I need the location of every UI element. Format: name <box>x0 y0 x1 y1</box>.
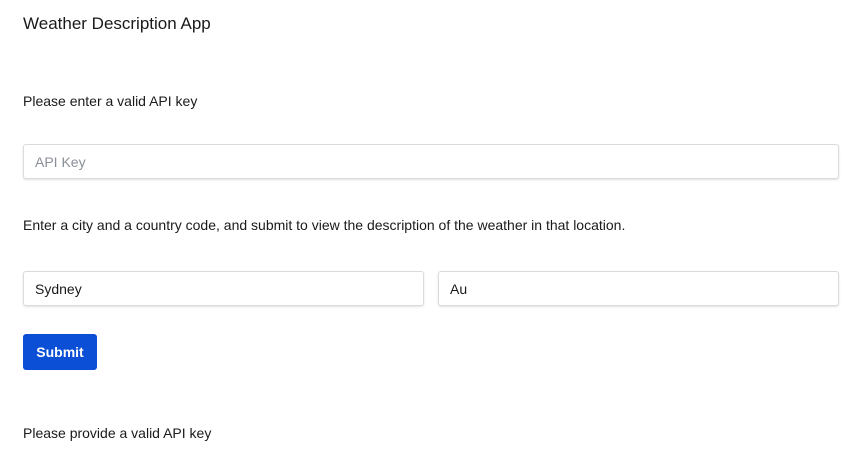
api-key-prompt: Please enter a valid API key <box>23 93 198 109</box>
app-title: Weather Description App <box>23 14 211 33</box>
weather-app: Weather Description App Please enter a v… <box>0 0 865 454</box>
submit-button[interactable]: Submit <box>23 334 97 370</box>
city-input[interactable] <box>23 271 424 306</box>
api-key-input[interactable] <box>23 144 839 179</box>
status-message: Please provide a valid API key <box>23 425 212 441</box>
location-prompt: Enter a city and a country code, and sub… <box>23 217 626 233</box>
country-code-input[interactable] <box>438 271 839 306</box>
